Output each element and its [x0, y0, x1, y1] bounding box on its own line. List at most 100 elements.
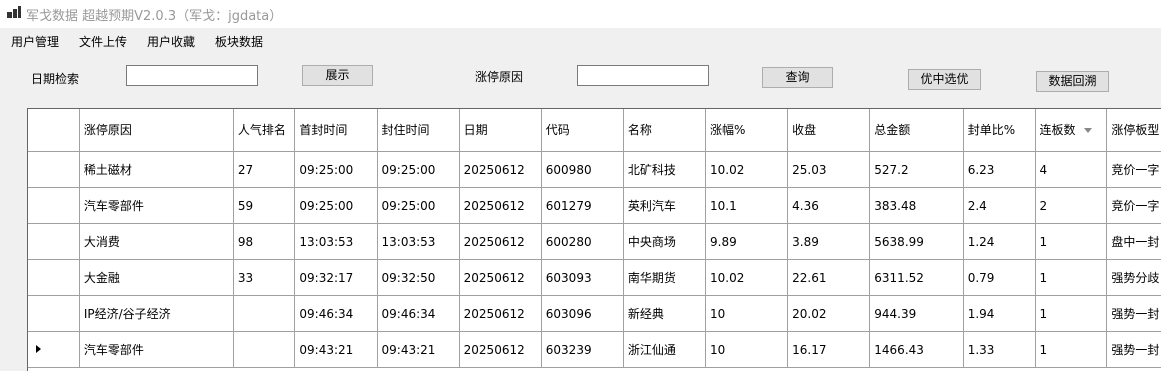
- table-cell[interactable]: 中央商场: [623, 223, 707, 260]
- table-cell[interactable]: 稀土磁材: [79, 151, 234, 188]
- table-cell[interactable]: 北矿科技: [623, 151, 707, 188]
- table-row[interactable]: 大金融 33 09:32:17 09:32:50 20250612 603093 南华期货 1…: [28, 259, 1161, 296]
- table-cell[interactable]: 南华期货: [623, 259, 707, 296]
- row-header[interactable]: [28, 223, 80, 260]
- table-cell[interactable]: 强势分歧: [1106, 259, 1161, 296]
- table-cell[interactable]: 强势一封: [1106, 331, 1161, 368]
- show-button[interactable]: 展示: [302, 65, 373, 86]
- table-cell[interactable]: 16.17: [787, 331, 871, 368]
- table-cell[interactable]: 1: [1035, 331, 1108, 368]
- table-cell[interactable]: 600980: [541, 151, 624, 188]
- table-cell[interactable]: 强势一封: [1106, 295, 1161, 332]
- table-cell[interactable]: 新经典: [623, 295, 707, 332]
- menu-sector-data[interactable]: 板块数据: [215, 33, 263, 50]
- table-cell[interactable]: 3.89: [787, 223, 871, 260]
- table-row[interactable]: 汽车零部件 09:43:21 09:43:21 20250612 603239 浙江仙通 1…: [28, 331, 1161, 368]
- table-row[interactable]: 大消费 98 13:03:53 13:03:53 20250612 600280 中央商场 9…: [28, 223, 1161, 260]
- row-header[interactable]: [28, 295, 80, 332]
- column-header[interactable]: 名称: [623, 109, 707, 152]
- table-cell[interactable]: 10: [705, 295, 789, 332]
- table-cell[interactable]: [233, 331, 296, 368]
- table-cell[interactable]: 09:25:00: [294, 187, 378, 224]
- table-cell[interactable]: 浙江仙通: [623, 331, 707, 368]
- table-cell[interactable]: 汽车零部件: [79, 331, 234, 368]
- table-cell[interactable]: 1: [1035, 259, 1108, 296]
- table-cell[interactable]: 10.1: [705, 187, 789, 224]
- table-cell[interactable]: 09:32:50: [377, 259, 460, 296]
- table-cell[interactable]: 1.33: [963, 331, 1036, 368]
- table-cell[interactable]: 1: [1035, 295, 1108, 332]
- table-cell[interactable]: 10.02: [705, 259, 789, 296]
- table-cell[interactable]: 4.36: [787, 187, 871, 224]
- row-header[interactable]: [28, 259, 80, 296]
- table-cell[interactable]: 09:32:17: [294, 259, 378, 296]
- table-cell[interactable]: 09:43:21: [294, 331, 378, 368]
- column-header[interactable]: 封单比%: [963, 109, 1036, 152]
- row-header[interactable]: [28, 187, 80, 224]
- table-cell[interactable]: 09:43:21: [377, 331, 460, 368]
- table-cell[interactable]: 10.02: [705, 151, 789, 188]
- column-header[interactable]: 首封时间: [294, 109, 378, 152]
- table-cell[interactable]: 09:46:34: [294, 295, 378, 332]
- table-cell[interactable]: 527.2: [869, 151, 964, 188]
- table-cell[interactable]: 601279: [541, 187, 624, 224]
- table-cell[interactable]: 27: [233, 151, 296, 188]
- column-header[interactable]: 涨幅%: [705, 109, 789, 152]
- table-cell[interactable]: 大消费: [79, 223, 234, 260]
- table-cell[interactable]: 603093: [541, 259, 624, 296]
- table-cell[interactable]: 6311.52: [869, 259, 964, 296]
- table-cell[interactable]: 603239: [541, 331, 624, 368]
- limit-reason-input[interactable]: [577, 65, 709, 86]
- table-row[interactable]: 稀土磁材 27 09:25:00 09:25:00 20250612 600980 北矿科技…: [28, 151, 1161, 188]
- column-header[interactable]: 代码: [541, 109, 624, 152]
- row-header[interactable]: [28, 331, 80, 368]
- table-cell[interactable]: 20250612: [459, 223, 542, 260]
- table-cell[interactable]: 大金融: [79, 259, 234, 296]
- column-header-sorted[interactable]: 连板数: [1035, 109, 1108, 152]
- menu-file-upload[interactable]: 文件上传: [79, 33, 127, 50]
- table-cell[interactable]: 2.4: [963, 187, 1036, 224]
- row-header[interactable]: [28, 151, 80, 188]
- table-cell[interactable]: 09:25:00: [294, 151, 378, 188]
- table-cell[interactable]: 1: [1035, 223, 1108, 260]
- stock-data-grid[interactable]: 涨停原因 人气排名 首封时间 封住时间 日期 代码 名称 涨幅% 收盘 总金额 …: [27, 108, 1161, 371]
- table-cell[interactable]: 1466.43: [869, 331, 964, 368]
- column-header[interactable]: 日期: [459, 109, 542, 152]
- menu-user-favorites[interactable]: 用户收藏: [147, 33, 195, 50]
- table-cell[interactable]: 25.03: [787, 151, 871, 188]
- column-header[interactable]: 涨停原因: [79, 109, 234, 152]
- table-row[interactable]: IP经济/谷子经济 09:46:34 09:46:34 20250612 603096 新…: [28, 295, 1161, 332]
- table-cell[interactable]: 2: [1035, 187, 1108, 224]
- table-cell[interactable]: 603096: [541, 295, 624, 332]
- table-cell[interactable]: 13:03:53: [377, 223, 460, 260]
- table-cell[interactable]: 0.79: [963, 259, 1036, 296]
- table-cell[interactable]: 5638.99: [869, 223, 964, 260]
- table-cell[interactable]: 20250612: [459, 187, 542, 224]
- table-cell[interactable]: 09:25:00: [377, 151, 460, 188]
- table-cell[interactable]: 10: [705, 331, 789, 368]
- table-cell[interactable]: 20250612: [459, 259, 542, 296]
- column-header[interactable]: 涨停板型: [1106, 109, 1161, 152]
- table-cell[interactable]: [233, 295, 296, 332]
- table-cell[interactable]: 20250612: [459, 151, 542, 188]
- table-cell[interactable]: 09:25:00: [377, 187, 460, 224]
- table-cell[interactable]: 09:46:34: [377, 295, 460, 332]
- column-header[interactable]: 总金额: [869, 109, 964, 152]
- table-cell[interactable]: 1.24: [963, 223, 1036, 260]
- column-header[interactable]: 人气排名: [233, 109, 296, 152]
- table-cell[interactable]: 英利汽车: [623, 187, 707, 224]
- table-cell[interactable]: 20250612: [459, 295, 542, 332]
- table-cell[interactable]: 1.94: [963, 295, 1036, 332]
- table-cell[interactable]: 汽车零部件: [79, 187, 234, 224]
- table-cell[interactable]: 竞价一字: [1106, 151, 1161, 188]
- table-cell[interactable]: 13:03:53: [294, 223, 378, 260]
- table-cell[interactable]: 20250612: [459, 331, 542, 368]
- table-cell[interactable]: 33: [233, 259, 296, 296]
- table-cell[interactable]: 59: [233, 187, 296, 224]
- table-cell[interactable]: 98: [233, 223, 296, 260]
- column-header[interactable]: 封住时间: [377, 109, 460, 152]
- table-cell[interactable]: 600280: [541, 223, 624, 260]
- column-header[interactable]: 收盘: [787, 109, 871, 152]
- table-row[interactable]: 汽车零部件 59 09:25:00 09:25:00 20250612 601279 英利汽…: [28, 187, 1161, 224]
- table-cell[interactable]: 竞价一字: [1106, 187, 1161, 224]
